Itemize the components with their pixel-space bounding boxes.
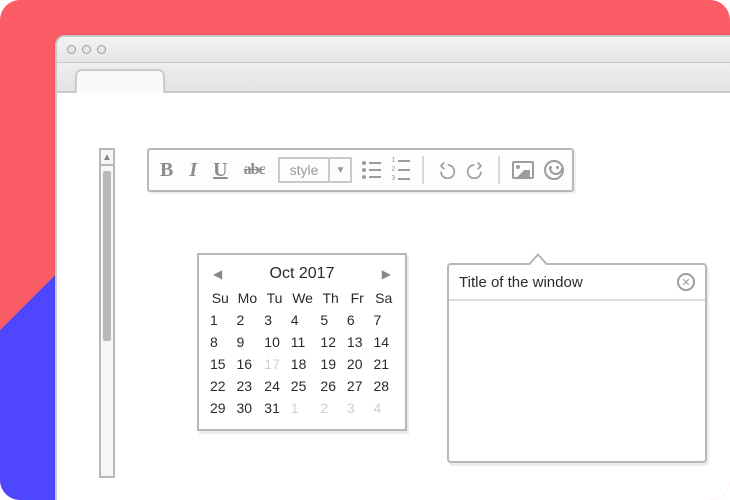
scroll-up-button[interactable]: ▲ <box>101 150 113 166</box>
calendar-day[interactable]: 9 <box>234 331 262 353</box>
toolbar-separator <box>498 156 500 184</box>
calendar-day[interactable]: 29 <box>207 397 234 419</box>
strikethrough-button[interactable]: abc <box>241 161 268 179</box>
traffic-light-close[interactable] <box>67 45 76 54</box>
vertical-scrollbar[interactable]: ▲ <box>99 148 115 478</box>
underline-button[interactable]: U <box>210 159 230 182</box>
browser-tab[interactable] <box>75 69 166 93</box>
redo-button[interactable] <box>466 161 486 179</box>
dropdown-caret-icon: ▼ <box>328 159 350 181</box>
popup-close-button[interactable]: ✕ <box>677 273 695 291</box>
window-titlebar <box>57 37 730 63</box>
traffic-light-minimize[interactable] <box>82 45 91 54</box>
calendar-day[interactable]: 17 <box>261 353 288 375</box>
calendar-day[interactable]: 22 <box>207 375 234 397</box>
calendar-day[interactable]: 24 <box>261 375 288 397</box>
calendar-day[interactable]: 20 <box>344 353 371 375</box>
style-dropdown[interactable]: style ▼ <box>278 157 353 183</box>
calendar-day[interactable]: 14 <box>370 331 397 353</box>
calendar-grid: SuMoTuWeThFrSa 1234567891011121314151617… <box>207 287 397 419</box>
calendar-weekday: Mo <box>234 287 262 309</box>
calendar-day[interactable]: 13 <box>344 331 371 353</box>
calendar-weekday: Su <box>207 287 234 309</box>
calendar-day[interactable]: 28 <box>370 375 397 397</box>
calendar-day[interactable]: 18 <box>288 353 318 375</box>
calendar-day[interactable]: 4 <box>370 397 397 419</box>
calendar-day[interactable]: 3 <box>344 397 371 419</box>
bold-button[interactable]: B <box>157 159 176 182</box>
scroll-thumb[interactable] <box>103 171 111 341</box>
calendar-weekday: Th <box>317 287 344 309</box>
calendar-weekday: Sa <box>370 287 397 309</box>
emoji-button[interactable] <box>544 160 564 180</box>
calendar-weekday: Fr <box>344 287 371 309</box>
style-dropdown-label: style <box>280 159 329 181</box>
formatting-toolbar: B I U abc style ▼ 1 2 3 <box>147 148 574 192</box>
calendar-widget: ◀ Oct 2017 ▶ SuMoTuWeThFrSa 123456789101… <box>197 253 407 431</box>
calendar-prev-button[interactable]: ◀ <box>213 267 222 281</box>
calendar-day[interactable]: 15 <box>207 353 234 375</box>
calendar-next-button[interactable]: ▶ <box>382 267 391 281</box>
calendar-day[interactable]: 2 <box>317 397 344 419</box>
calendar-day[interactable]: 16 <box>234 353 262 375</box>
calendar-day[interactable]: 7 <box>370 309 397 331</box>
calendar-day[interactable]: 30 <box>234 397 262 419</box>
calendar-day[interactable]: 1 <box>207 309 234 331</box>
calendar-weekday-row: SuMoTuWeThFrSa <box>207 287 397 309</box>
calendar-day[interactable]: 10 <box>261 331 288 353</box>
calendar-weekday: Tu <box>261 287 288 309</box>
calendar-day[interactable]: 26 <box>317 375 344 397</box>
calendar-weekday: We <box>288 287 318 309</box>
calendar-day[interactable]: 5 <box>317 309 344 331</box>
calendar-day[interactable]: 2 <box>234 309 262 331</box>
toolbar-separator <box>422 156 424 184</box>
italic-button[interactable]: I <box>186 159 200 182</box>
calendar-day[interactable]: 27 <box>344 375 371 397</box>
calendar-day[interactable]: 4 <box>288 309 318 331</box>
calendar-day[interactable]: 12 <box>317 331 344 353</box>
popup-window: Title of the window ✕ <box>447 263 707 463</box>
calendar-day[interactable]: 31 <box>261 397 288 419</box>
calendar-day[interactable]: 8 <box>207 331 234 353</box>
calendar-day[interactable]: 21 <box>370 353 397 375</box>
calendar-month-label: Oct 2017 <box>270 265 335 283</box>
calendar-day[interactable]: 3 <box>261 309 288 331</box>
calendar-day[interactable]: 23 <box>234 375 262 397</box>
browser-window: ▲ B I U abc style ▼ 1 2 <box>55 35 730 500</box>
bullet-list-button[interactable] <box>362 161 381 179</box>
popup-title: Title of the window <box>459 274 583 291</box>
traffic-light-zoom[interactable] <box>97 45 106 54</box>
tab-strip <box>57 63 730 93</box>
popup-arrow-icon <box>527 253 549 265</box>
calendar-day[interactable]: 11 <box>288 331 318 353</box>
calendar-day[interactable]: 1 <box>288 397 318 419</box>
calendar-day[interactable]: 25 <box>288 375 318 397</box>
calendar-day[interactable]: 6 <box>344 309 371 331</box>
undo-button[interactable] <box>436 161 456 179</box>
numbered-list-button[interactable]: 1 2 3 <box>391 158 410 182</box>
image-button[interactable] <box>512 161 534 179</box>
calendar-day[interactable]: 19 <box>317 353 344 375</box>
